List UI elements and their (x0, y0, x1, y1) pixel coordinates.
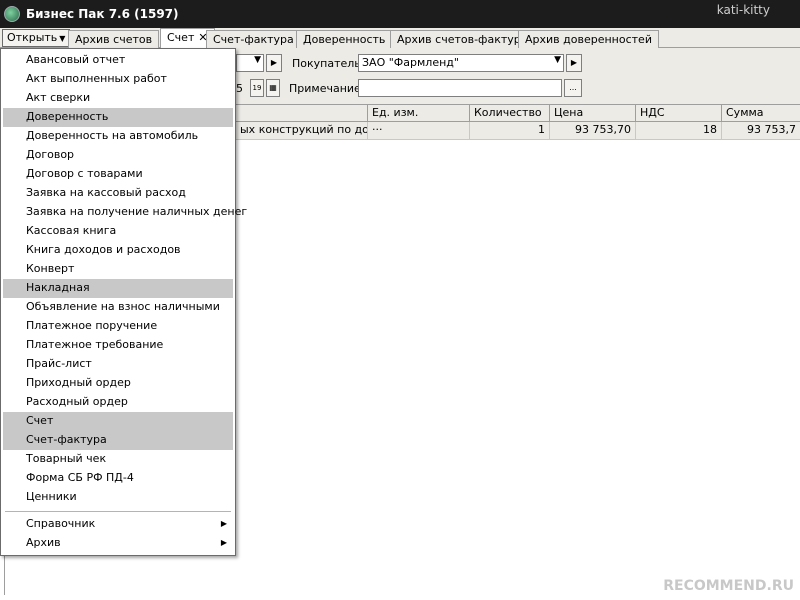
menu-item-power-of-attorney[interactable]: Доверенность (3, 108, 233, 127)
cell-qty: 1 (470, 122, 550, 139)
menu-item-advance-report[interactable]: Авансовый отчет (3, 51, 233, 70)
menu-item-reference[interactable]: Справочник ▶ (3, 515, 233, 534)
arrow-right-icon: ▶ (270, 58, 278, 67)
menu-item-contract-goods[interactable]: Договор с товарами (3, 165, 233, 184)
menu-item-sales-receipt[interactable]: Товарный чек (3, 450, 233, 469)
title-bar: Бизнес Пак 7.6 (1597) kati-kitty (0, 0, 800, 28)
tab-label: Счет-фактура (213, 33, 294, 46)
chevron-right-icon: ▶ (220, 519, 227, 528)
cell-name: ых конструкций по договор (236, 122, 368, 139)
chevron-right-icon: ▶ (220, 538, 227, 547)
note-label: Примечание (289, 82, 361, 95)
arrow-right-icon: ▶ (570, 58, 578, 67)
menu-item-payment-order[interactable]: Платежное поручение (3, 317, 233, 336)
buyer-label: Покупатель (292, 57, 361, 70)
date-fragment: 5 (236, 82, 243, 95)
menu-item-expense-order[interactable]: Расходный ордер (3, 393, 233, 412)
open-menu-button[interactable]: Открыть ▼ (2, 29, 71, 47)
menu-item-waybill[interactable]: Накладная (3, 279, 233, 298)
submenu-label: Архив (26, 536, 61, 549)
seller-combo[interactable]: ▼ (236, 54, 264, 72)
menu-item-cash-expense-request[interactable]: Заявка на кассовый расход (3, 184, 233, 203)
recommend-watermark: RECOMMEND.RU (663, 578, 794, 594)
grid-picker-icon[interactable]: ▦ (266, 79, 280, 97)
menu-item-invoice[interactable]: Счет (3, 412, 233, 431)
tab-label: Доверенность (303, 33, 386, 46)
menu-item-cash-deposit[interactable]: Объявление на взнос наличными (3, 298, 233, 317)
col-name[interactable] (236, 105, 368, 122)
chevron-down-icon: ▼ (554, 55, 561, 65)
window-title: Бизнес Пак 7.6 (1597) (26, 7, 179, 21)
menu-item-contract[interactable]: Договор (3, 146, 233, 165)
cell-unit: ··· (368, 122, 470, 139)
menu-item-income-book[interactable]: Книга доходов и расходов (3, 241, 233, 260)
tab-label: Счет (167, 31, 195, 44)
ellipsis-icon: ... (569, 83, 577, 92)
tab-bar: Открыть ▼ Архив счетов Счет ✕ Счет-фактура… (0, 28, 800, 48)
table-row[interactable]: ых конструкций по договор ··· 1 93 753,7… (236, 122, 800, 140)
buyer-value: ЗАО "Фармленд" (362, 56, 459, 69)
menu-item-cash-book[interactable]: Кассовая книга (3, 222, 233, 241)
col-qty[interactable]: Количество (470, 105, 550, 122)
tab-tax-invoice-archive[interactable]: Архив счетов-фактур (390, 30, 528, 48)
tab-label: Архив счетов (75, 33, 153, 46)
submenu-label: Справочник (26, 517, 96, 530)
menu-item-work-act[interactable]: Акт выполненных работ (3, 70, 233, 89)
note-browse-button[interactable]: ... (564, 79, 582, 97)
menu-item-car-attorney[interactable]: Доверенность на автомобиль (3, 127, 233, 146)
menu-item-price-list[interactable]: Прайс-лист (3, 355, 233, 374)
menu-item-receipt-order[interactable]: Приходный ордер (3, 374, 233, 393)
open-dropdown-menu: Авансовый отчет Акт выполненных работ Ак… (0, 48, 247, 556)
tab-power-of-attorney[interactable]: Доверенность (296, 30, 393, 48)
calendar-day: 19 (252, 84, 262, 92)
tab-invoice-archive[interactable]: Архив счетов (68, 30, 160, 48)
buyer-combo[interactable]: ЗАО "Фармленд" ▼ (358, 54, 564, 72)
chevron-down-icon: ▼ (254, 55, 261, 65)
open-menu-label: Открыть (7, 31, 58, 44)
grid-header: Ед. изм. Количество Цена НДС Сумма (236, 104, 800, 122)
calendar-icon[interactable]: 19 (250, 79, 264, 97)
menu-item-reconciliation-act[interactable]: Акт сверки (3, 89, 233, 108)
cell-price: 93 753,70 (550, 122, 636, 139)
menu-item-envelope[interactable]: Конверт (3, 260, 233, 279)
menu-item-tax-invoice[interactable]: Счет-фактура (3, 431, 233, 450)
menu-item-sb-form[interactable]: Форма СБ РФ ПД-4 (3, 469, 233, 488)
col-sum[interactable]: Сумма (722, 105, 800, 122)
app-icon (4, 6, 20, 22)
buyer-open-button[interactable]: ▶ (566, 54, 582, 72)
menu-separator (5, 511, 231, 512)
menu-item-archive[interactable]: Архив ▶ (3, 534, 233, 553)
user-watermark: kati-kitty (716, 3, 770, 17)
tab-label: Архив доверенностей (525, 33, 652, 46)
col-vat[interactable]: НДС (636, 105, 722, 122)
col-unit[interactable]: Ед. изм. (368, 105, 470, 122)
tab-tax-invoice[interactable]: Счет-фактура (206, 30, 301, 48)
tab-attorney-archive[interactable]: Архив доверенностей (518, 30, 659, 48)
col-price[interactable]: Цена (550, 105, 636, 122)
seller-open-button[interactable]: ▶ (266, 54, 282, 72)
menu-item-price-tags[interactable]: Ценники (3, 488, 233, 507)
chevron-down-icon: ▼ (59, 34, 66, 43)
cell-vat: 18 (636, 122, 722, 139)
cell-sum: 93 753,7 (747, 123, 796, 136)
tab-label: Архив счетов-фактур (397, 33, 521, 46)
note-input[interactable] (358, 79, 562, 97)
menu-item-cash-withdrawal-request[interactable]: Заявка на получение наличных денег (3, 203, 247, 222)
menu-item-payment-request[interactable]: Платежное требование (3, 336, 233, 355)
